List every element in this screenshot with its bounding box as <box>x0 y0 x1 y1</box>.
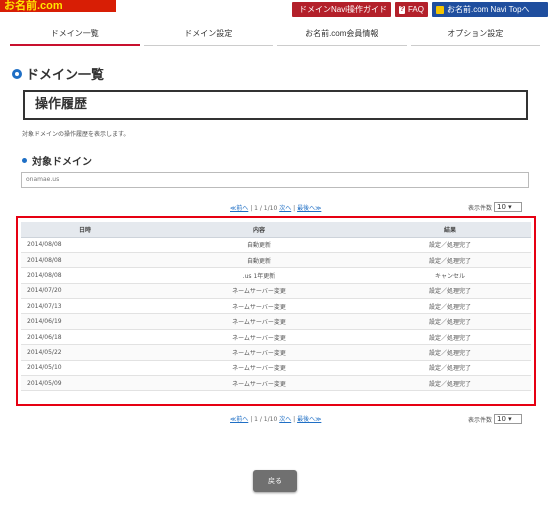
cell-content: ネームサーバー変更 <box>149 329 369 346</box>
pager-next-link[interactable]: 次へ <box>279 205 291 212</box>
pager-page-text: 1 / 1/10 <box>254 205 278 212</box>
navi-guide-label: ドメインNavi操作ガイド <box>299 5 388 14</box>
cell-content: ネームサーバー変更 <box>149 360 369 377</box>
main-tabs: ドメイン一覧 ドメイン設定 お名前.com会員情報 オプション設定 <box>8 24 542 46</box>
tab-domain-list[interactable]: ドメイン一覧 <box>10 24 140 46</box>
cell-result: 設定／処理完了 <box>369 344 531 361</box>
pager-prev-link[interactable]: ≪前へ <box>230 416 248 423</box>
cell-content: 自動更新 <box>149 252 369 269</box>
col-header-result: 結果 <box>369 222 531 238</box>
pager-next-link[interactable]: 次へ <box>279 416 291 423</box>
cell-result: キャンセル <box>369 267 531 284</box>
per-page-bottom: 表示件数 10 ▾ <box>468 414 523 424</box>
per-page-top: 表示件数 10 ▾ <box>468 202 523 212</box>
cell-result: 設定／処理完了 <box>369 375 531 392</box>
pager-top: ≪前へ | 1 / 1/10 次へ | 最後へ≫ <box>230 205 322 212</box>
cell-content: ネームサーバー変更 <box>149 283 369 300</box>
table-row: 2014/08/08 .us 1年更新 キャンセル <box>21 267 531 284</box>
cell-date: 2014/08/08 <box>21 267 149 284</box>
tab-option-settings[interactable]: オプション設定 <box>410 24 540 46</box>
cell-content: 自動更新 <box>149 237 369 253</box>
dot-bullet-icon <box>22 158 27 163</box>
cell-date: 2014/06/18 <box>21 329 149 346</box>
cell-result: 設定／処理完了 <box>369 329 531 346</box>
domain-subheading: 対象ドメイン <box>22 153 92 168</box>
table-row: 2014/07/20 ネームサーバー変更 設定／処理完了 <box>21 283 531 300</box>
table-row: 2014/05/09 ネームサーバー変更 設定／処理完了 <box>21 375 531 392</box>
tab-member-info[interactable]: お名前.com会員情報 <box>277 24 407 46</box>
cell-result: 設定／処理完了 <box>369 298 531 315</box>
cell-date: 2014/05/10 <box>21 360 149 377</box>
pager-last-link[interactable]: 最後へ≫ <box>297 205 321 212</box>
brand-logo[interactable]: お名前.com <box>0 0 116 12</box>
table-row: 2014/08/08 自動更新 設定／処理完了 <box>21 237 531 253</box>
cell-result: 設定／処理完了 <box>369 283 531 300</box>
header-links: ドメインNavi操作ガイド ? FAQ お名前.com Navi Topへ <box>292 2 548 17</box>
col-header-content: 内容 <box>149 222 369 238</box>
cell-date: 2014/05/22 <box>21 344 149 361</box>
page-title-text: ドメイン一覧 <box>26 68 105 83</box>
section-description: 対象ドメインの操作履歴を表示します。 <box>22 131 130 138</box>
per-page-select[interactable]: 10 ▾ <box>494 202 523 212</box>
cell-date: 2014/07/20 <box>21 283 149 300</box>
cell-content: .us 1年更新 <box>149 267 369 284</box>
per-page-label: 表示件数 <box>468 416 493 424</box>
faq-link[interactable]: ? FAQ <box>395 2 428 17</box>
table-row: 2014/06/19 ネームサーバー変更 設定／処理完了 <box>21 313 531 330</box>
pager-page-text: 1 / 1/10 <box>254 416 278 423</box>
table-header-row: 日時 内容 結果 <box>21 222 531 238</box>
question-icon: ? <box>399 5 405 14</box>
navi-guide-link[interactable]: ドメインNavi操作ガイド <box>292 2 391 17</box>
home-icon <box>436 5 444 14</box>
faq-label: FAQ <box>407 5 424 14</box>
cell-content: ネームサーバー変更 <box>149 375 369 392</box>
table-row: 2014/05/10 ネームサーバー変更 設定／処理完了 <box>21 360 531 377</box>
cell-content: ネームサーバー変更 <box>149 344 369 361</box>
table-row: 2014/07/13 ネームサーバー変更 設定／処理完了 <box>21 298 531 315</box>
domain-subheading-text: 対象ドメイン <box>32 157 92 168</box>
back-button[interactable]: 戻る <box>253 470 297 492</box>
history-table-frame: 日時 内容 結果 2014/08/08 自動更新 設定／処理完了 2014/08/0… <box>16 216 536 406</box>
pager-prev-link[interactable]: ≪前へ <box>230 205 248 212</box>
table-row: 2014/05/22 ネームサーバー変更 設定／処理完了 <box>21 344 531 361</box>
cell-result: 設定／処理完了 <box>369 360 531 377</box>
cell-result: 設定／処理完了 <box>369 252 531 269</box>
target-domain-field: onamae.us <box>21 172 529 188</box>
cell-date: 2014/05/09 <box>21 375 149 392</box>
cell-date: 2014/07/13 <box>21 298 149 315</box>
cell-date: 2014/08/08 <box>21 237 149 253</box>
tab-domain-settings[interactable]: ドメイン設定 <box>143 24 273 46</box>
pager-bottom: ≪前へ | 1 / 1/10 次へ | 最後へ≫ <box>230 416 322 423</box>
navi-top-label: お名前.com Navi Topへ <box>447 5 530 14</box>
pager-last-link[interactable]: 最後へ≫ <box>297 416 321 423</box>
cell-result: 設定／処理完了 <box>369 237 531 253</box>
cell-content: ネームサーバー変更 <box>149 313 369 330</box>
cell-date: 2014/06/19 <box>21 313 149 330</box>
per-page-label: 表示件数 <box>468 204 493 212</box>
circle-bullet-icon <box>12 68 22 79</box>
history-table: 日時 内容 結果 2014/08/08 自動更新 設定／処理完了 2014/08/0… <box>21 222 531 392</box>
navi-top-link[interactable]: お名前.com Navi Topへ <box>432 2 548 17</box>
cell-result: 設定／処理完了 <box>369 313 531 330</box>
table-row: 2014/08/08 自動更新 設定／処理完了 <box>21 252 531 269</box>
table-row: 2014/06/18 ネームサーバー変更 設定／処理完了 <box>21 329 531 346</box>
section-heading: 操作履歴 <box>23 90 528 120</box>
per-page-select[interactable]: 10 ▾ <box>494 414 523 424</box>
page-title: ドメイン一覧 <box>12 64 104 83</box>
cell-content: ネームサーバー変更 <box>149 298 369 315</box>
cell-date: 2014/08/08 <box>21 252 149 269</box>
col-header-date: 日時 <box>21 222 149 238</box>
